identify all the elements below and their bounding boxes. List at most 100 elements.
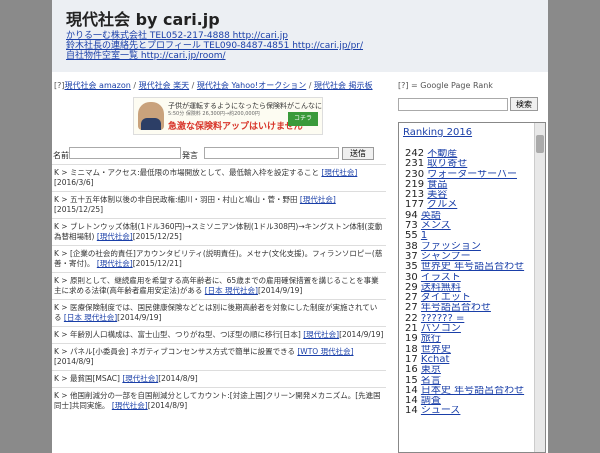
nav-link-board[interactable]: 現代社会 掲示板: [314, 81, 373, 90]
ranking-count: 14: [405, 406, 418, 417]
ranking-link[interactable]: パソコン: [421, 324, 461, 334]
ranking-link[interactable]: 英語: [421, 211, 441, 221]
ad-banner[interactable]: 子供が運転するようになったら保険料がこんなに上がった 5:50分 保険料 26,…: [133, 97, 323, 135]
ranking-link[interactable]: 不動産: [427, 149, 457, 159]
post-date: [2014/8/9]: [158, 374, 198, 383]
ranking-link[interactable]: 1: [421, 231, 427, 241]
ranking-item: 14 調査: [405, 396, 533, 406]
post-tag-link[interactable]: [日本 現代社会]: [64, 313, 117, 322]
page-rank-note: [?] = Google Page Rank: [398, 81, 493, 90]
ranking-count: 35: [405, 262, 418, 273]
ranking-item: 17 Kchat: [405, 355, 533, 365]
ranking-count: 73: [405, 221, 418, 232]
post-item: K > 五十五年体制以後の非自民政権:細川・羽田・村山と鳩山・菅・野田 [現代社…: [52, 191, 386, 218]
ranking-count: 21: [405, 324, 418, 335]
header-link-profile[interactable]: 鈴木社長の連絡先とプロフィール TEL090-8487-4851 http://…: [66, 41, 363, 51]
name-label: 名前: [53, 151, 69, 160]
ranking-link[interactable]: ?????? =: [421, 314, 464, 324]
ranking-count: 231: [405, 159, 425, 170]
message-input[interactable]: [204, 147, 339, 159]
ranking-link[interactable]: 世界史: [421, 345, 451, 355]
header-link-company[interactable]: かりる一む株式会社 TEL052-217-4888 http://cari.jp: [66, 31, 363, 41]
ranking-item: 19 旅行: [405, 334, 533, 344]
post-date: [2016/3/6]: [54, 178, 94, 187]
ranking-link[interactable]: ファッション: [421, 242, 481, 252]
nav-help[interactable]: [?]: [54, 81, 65, 90]
ranking-link[interactable]: グルメ: [427, 200, 457, 210]
post-item: K > パネル[小委員会] ネガティブコンセンサス方式で簡単に設置できる [WT…: [52, 343, 386, 370]
ad-person-image: [138, 102, 164, 130]
scrollbar-thumb[interactable]: [536, 135, 544, 153]
name-input[interactable]: [69, 147, 181, 159]
site-header: 現代社会 by cari.jp かりる一む株式会社 TEL052-217-488…: [52, 0, 548, 72]
ranking-item: 14 日本史 年号語呂合わせ: [405, 386, 533, 396]
ranking-item: 35 世界史 年号語呂合わせ: [405, 262, 533, 272]
ranking-count: 18: [405, 344, 418, 355]
nav-link-rakuten[interactable]: 現代社会 楽天: [139, 81, 190, 90]
post-tag-link[interactable]: [現代社会]: [97, 232, 133, 241]
post-date: [2015/12/25]: [132, 232, 182, 241]
ranking-link[interactable]: イラスト: [421, 273, 461, 283]
ranking-count: 38: [405, 241, 418, 252]
ranking-link[interactable]: 美容: [427, 190, 447, 200]
post-text: K > ミニマム・アクセス:最低限の市場開放として、最低輸入枠を設定すること: [54, 168, 320, 177]
ranking-link[interactable]: 取り寄せ: [427, 159, 467, 169]
ranking-count: 15: [405, 375, 418, 386]
ranking-link[interactable]: ウォーターサーバー: [427, 170, 517, 180]
ranking-link[interactable]: Kchat: [421, 355, 449, 365]
ranking-count: 16: [405, 365, 418, 376]
ranking-link[interactable]: 日本史 年号語呂合わせ: [421, 386, 524, 396]
ranking-link[interactable]: 食品: [427, 180, 447, 190]
nav-link-yahoo-auction[interactable]: 現代社会 Yahoo!オークション: [197, 81, 306, 90]
ranking-panel: Ranking 2016 242 不動産 231 取り寄せ 230 ウォーターサーバ…: [398, 122, 546, 453]
post-text: K > 他国削減分の一部を自国削減分としてカウント:[対途上国]クリーン開発メカ…: [54, 391, 381, 410]
post-date: [2014/8/9]: [147, 401, 188, 410]
search-button[interactable]: 検索: [510, 97, 538, 111]
post-item: K > ブレトンウッズ体制(1ドル360円)→スミソニアン体制(1ドル308円)…: [52, 218, 386, 245]
post-date: [2015/12/21]: [132, 259, 182, 268]
post-tag-link[interactable]: [現代社会]: [97, 259, 133, 268]
ranking-link[interactable]: 世界史 年号語呂合わせ: [421, 262, 524, 272]
site-title[interactable]: 現代社会 by cari.jp: [66, 6, 220, 30]
ranking-link[interactable]: 送料無料: [421, 283, 461, 293]
ranking-item: 177 グルメ: [405, 200, 533, 210]
ranking-item: 30 イラスト: [405, 273, 533, 283]
ranking-count: 242: [405, 149, 425, 159]
post-tag-link[interactable]: [現代社会]: [321, 168, 357, 177]
nav-link-amazon[interactable]: 現代社会 amazon: [65, 81, 131, 90]
post-item: K > 医療保険制度では、国民健康保険などとは別に後期高齢者を対象にした制度が実…: [52, 299, 386, 326]
send-button[interactable]: 送信: [342, 147, 374, 160]
ranking-link[interactable]: 名言: [421, 376, 441, 386]
search-input[interactable]: [398, 98, 508, 111]
post-form: 名前 発言 送信: [52, 147, 388, 161]
post-tag-link[interactable]: [WTO 現代社会]: [297, 347, 353, 356]
ranking-link[interactable]: ダイエット: [421, 293, 471, 303]
post-tag-link[interactable]: [現代社会]: [112, 401, 148, 410]
ranking-link[interactable]: シューズ: [421, 406, 461, 416]
post-tag-link[interactable]: [日本 現代社会]: [205, 286, 258, 295]
post-text: K > 最貧国[MSAC]: [54, 374, 120, 383]
ranking-title[interactable]: Ranking 2016: [403, 127, 472, 138]
ranking-count: 14: [405, 385, 418, 396]
ranking-item: 55 1: [405, 231, 533, 241]
post-list: K > ミニマム・アクセス:最低限の市場開放として、最低輸入枠を設定すること […: [52, 164, 386, 414]
ranking-count: 14: [405, 396, 418, 407]
main-content: [?]現代社会 amazon / 現代社会 楽天 / 現代社会 Yahoo!オー…: [52, 80, 388, 453]
post-tag-link[interactable]: [現代社会]: [300, 195, 336, 204]
ranking-scrollbar[interactable]: [534, 123, 545, 452]
ranking-link[interactable]: 年号語呂合わせ: [421, 303, 491, 313]
post-item: K > 他国削減分の一部を自国削減分としてカウント:[対途上国]クリーン開発メカ…: [52, 387, 386, 414]
post-tag-link[interactable]: [現代社会]: [122, 374, 158, 383]
ranking-link[interactable]: 東京: [421, 365, 441, 375]
ranking-link[interactable]: 調査: [421, 396, 441, 406]
ranking-count: 177: [405, 200, 425, 211]
post-tag-link[interactable]: [現代社会]: [303, 330, 339, 339]
ad-cta-badge[interactable]: コチラ: [288, 112, 318, 126]
ranking-link[interactable]: メンズ: [421, 221, 451, 231]
post-text: K > パネル[小委員会] ネガティブコンセンサス方式で簡単に設置できる: [54, 347, 295, 356]
header-link-rooms[interactable]: 自社物件空室一覧 http://cari.jp/room/: [66, 51, 363, 61]
ranking-list: 242 不動産 231 取り寄せ 230 ウォーターサーバー 219 食品 213 美容…: [405, 149, 533, 417]
ad-tagline: 急激な保険料アップはいけません: [168, 122, 303, 132]
ranking-link[interactable]: シャンプー: [421, 252, 471, 262]
ranking-link[interactable]: 旅行: [421, 334, 441, 344]
